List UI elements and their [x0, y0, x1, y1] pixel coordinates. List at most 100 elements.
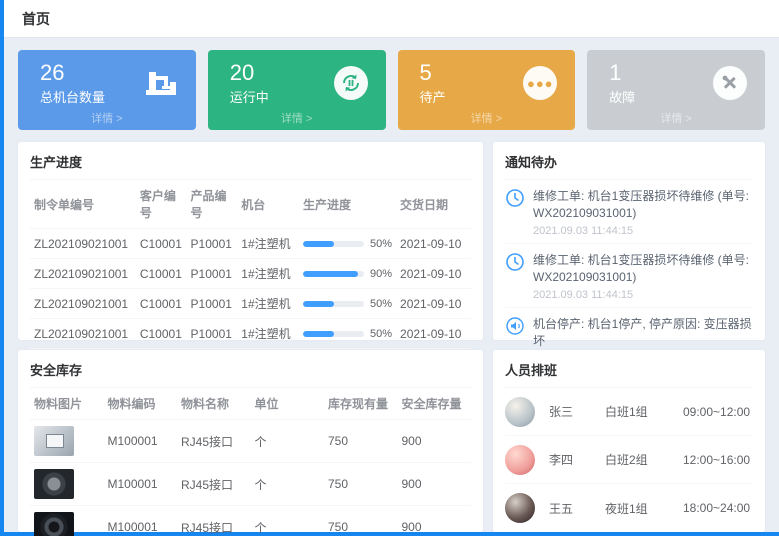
running-value: 20 — [230, 60, 269, 85]
personnel-schedule-panel: 人员排班 张三 白班1组 09:00~12:00 李四 白班2组 12:00~1… — [493, 350, 765, 532]
notification-text: 机台停产: 机台1停产, 停产原因: 变压器损坏 — [533, 316, 753, 351]
production-table: 制令单编号 客户编号 产品编号 机台 生产进度 交货日期 ZL202109021… — [30, 180, 471, 378]
schedule-row: 李四 白班2组 12:00~16:00 — [505, 436, 753, 484]
cell-date: 2021-09-10 — [396, 319, 471, 349]
notification-body: 机台停产: 机台1停产, 停产原因: 变压器损坏 — [533, 316, 753, 353]
notification-item[interactable]: 维修工单: 机台1变压器损坏待维修 (单号: WX202109031001) 2… — [505, 180, 753, 244]
cell-date: 2021-09-10 — [396, 229, 471, 259]
notification-body: 维修工单: 机台1变压器损坏待维修 (单号: WX202109031001) 2… — [533, 252, 753, 301]
cell-progress: 50% — [299, 229, 396, 259]
person-shift: 白班2组 — [605, 451, 683, 468]
cell-unit: 个 — [251, 506, 325, 536]
personnel-schedule-title: 人员排班 — [505, 360, 753, 388]
progress-bar — [303, 241, 364, 247]
notification-body: 维修工单: 机台1变压器损坏待维修 (单号: WX202109031001) 2… — [533, 188, 753, 237]
inventory-header-row: 物料图片 物料编码 物料名称 单位 库存现有量 安全库存量 — [30, 388, 471, 420]
clock-icon — [505, 188, 525, 208]
production-header-row: 制令单编号 客户编号 产品编号 机台 生产进度 交货日期 — [30, 180, 471, 229]
cell-material-code: M100001 — [104, 463, 178, 506]
person-name: 张三 — [549, 403, 605, 420]
stat-card-text: 5 待产 — [420, 60, 446, 106]
cell-material-name: RJ45接口 — [177, 420, 251, 463]
person-time: 09:00~12:00 — [683, 405, 756, 419]
col-material-image: 物料图片 — [30, 388, 104, 420]
col-material-name: 物料名称 — [177, 388, 251, 420]
cell-safety-stock: 900 — [398, 506, 472, 536]
col-order-no: 制令单编号 — [30, 180, 136, 229]
stat-card-fault[interactable]: 1 故障 详情 > — [587, 50, 765, 130]
total-machines-detail-link[interactable]: 详情 > — [18, 110, 196, 126]
cell-machine: 1#注塑机 — [237, 319, 299, 349]
progress-bar — [303, 331, 364, 337]
notification-text: 维修工单: 机台1变压器损坏待维修 (单号: WX202109031001) — [533, 252, 753, 287]
cell-unit: 个 — [251, 463, 325, 506]
waiting-value: 5 — [420, 60, 446, 85]
cell-progress: 90% — [299, 259, 396, 289]
fault-value: 1 — [609, 60, 635, 85]
running-refresh-icon — [332, 64, 370, 102]
fault-label: 故障 — [609, 87, 635, 106]
person-time: 18:00~24:00 — [683, 501, 756, 515]
production-row: ZL202109021001 C10001 P10001 1#注塑机 50% 2… — [30, 229, 471, 259]
running-detail-link[interactable]: 详情 > — [208, 110, 386, 126]
inventory-table: 物料图片 物料编码 物料名称 单位 库存现有量 安全库存量 M100001 RJ… — [30, 388, 471, 536]
cell-machine: 1#注塑机 — [237, 229, 299, 259]
cell-progress: 50% — [299, 319, 396, 349]
inventory-row: M100001 RJ45接口 个 750 900 — [30, 463, 471, 506]
clock-icon — [505, 252, 525, 272]
cell-order: ZL202109021001 — [30, 259, 136, 289]
stat-card-running[interactable]: 20 运行中 详情 > — [208, 50, 386, 130]
cell-machine: 1#注塑机 — [237, 289, 299, 319]
cell-product: P10001 — [187, 229, 238, 259]
waiting-detail-link[interactable]: 详情 > — [398, 110, 576, 126]
cell-material-code: M100001 — [104, 420, 178, 463]
running-label: 运行中 — [230, 87, 269, 106]
material-image-rj45 — [34, 426, 74, 456]
inventory-row: M100001 RJ45接口 个 750 900 — [30, 420, 471, 463]
person-shift: 夜班1组 — [605, 500, 683, 517]
stat-card-total-machines[interactable]: 26 总机台数量 详情 > — [18, 50, 196, 130]
notification-item[interactable]: 维修工单: 机台1变压器损坏待维修 (单号: WX202109031001) 2… — [505, 244, 753, 308]
progress-percent: 50% — [370, 328, 392, 340]
schedule-list: 张三 白班1组 09:00~12:00 李四 白班2组 12:00~16:00 … — [505, 388, 753, 532]
stat-cards-row: 26 总机台数量 详情 > — [18, 50, 765, 130]
cell-material-code: M100001 — [104, 506, 178, 536]
tools-icon — [711, 64, 749, 102]
cell-current-stock: 750 — [324, 420, 398, 463]
cell-date: 2021-09-10 — [396, 289, 471, 319]
person-name: 王五 — [549, 500, 605, 517]
fault-detail-link[interactable]: 详情 > — [587, 110, 765, 126]
notification-text: 维修工单: 机台1变压器损坏待维修 (单号: WX202109031001) — [533, 188, 753, 223]
safety-stock-panel-title: 安全库存 — [30, 360, 471, 388]
cell-product: P10001 — [187, 319, 238, 349]
avatar — [505, 493, 535, 523]
col-current-stock: 库存现有量 — [324, 388, 398, 420]
cell-customer: C10001 — [136, 229, 187, 259]
cell-material-name: RJ45接口 — [177, 463, 251, 506]
total-machines-value: 26 — [40, 60, 105, 85]
stat-card-text: 26 总机台数量 — [40, 60, 105, 106]
cell-customer: C10001 — [136, 319, 187, 349]
production-row: ZL202109021001 C10001 P10001 1#注塑机 50% 2… — [30, 319, 471, 349]
progress-percent: 90% — [370, 268, 392, 280]
cell-order: ZL202109021001 — [30, 289, 136, 319]
machine-icon — [142, 64, 180, 102]
production-panel-title: 生产进度 — [30, 152, 471, 180]
total-machines-label: 总机台数量 — [40, 87, 105, 106]
page-title: 首页 — [22, 9, 50, 29]
stat-card-waiting[interactable]: 5 待产 ●●● 详情 > — [398, 50, 576, 130]
cell-order: ZL202109021001 — [30, 229, 136, 259]
production-row: ZL202109021001 C10001 P10001 1#注塑机 50% 2… — [30, 289, 471, 319]
col-progress: 生产进度 — [299, 180, 396, 229]
cell-product: P10001 — [187, 259, 238, 289]
cell-date: 2021-09-10 — [396, 259, 471, 289]
col-customer-no: 客户编号 — [136, 180, 187, 229]
cell-progress: 50% — [299, 289, 396, 319]
material-image-plug — [34, 469, 74, 499]
col-machine: 机台 — [237, 180, 299, 229]
dashboard-content: 26 总机台数量 详情 > — [4, 38, 779, 532]
inventory-row: M100001 RJ45接口 个 750 900 — [30, 506, 471, 536]
schedule-row: 王五 夜班1组 18:00~24:00 — [505, 484, 753, 532]
cell-unit: 个 — [251, 420, 325, 463]
avatar — [505, 445, 535, 475]
